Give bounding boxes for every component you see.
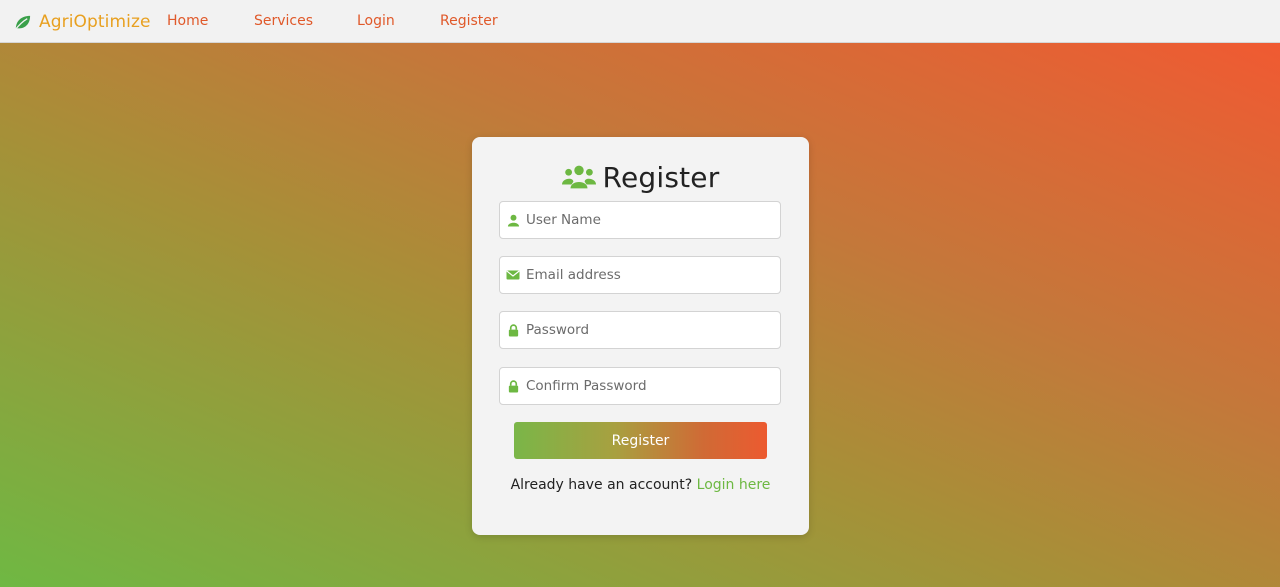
nav-link-home[interactable]: Home xyxy=(167,13,208,29)
email-input[interactable] xyxy=(526,260,766,290)
confirm-password-input[interactable] xyxy=(526,371,766,401)
login-prompt-line: Already have an account? Login here xyxy=(472,477,809,493)
register-card: Register User Name Email address Registe… xyxy=(472,137,809,535)
nav-link-register[interactable]: Register xyxy=(440,13,498,29)
login-here-link[interactable]: Login here xyxy=(697,477,771,493)
envelope-icon xyxy=(506,268,520,282)
register-button[interactable]: Register xyxy=(514,422,767,459)
email-field xyxy=(499,256,781,294)
users-icon xyxy=(561,165,596,189)
login-prompt-text: Already have an account? xyxy=(510,477,693,493)
navbar: AgriOptimize Home Services Login Registe… xyxy=(0,0,1280,43)
register-title: Register xyxy=(602,160,720,194)
nav-link-services[interactable]: Services xyxy=(254,13,313,29)
leaf-icon xyxy=(14,15,31,31)
brand-name: AgriOptimize xyxy=(39,12,151,32)
user-icon xyxy=(506,213,520,227)
lock-icon xyxy=(506,379,520,393)
username-input[interactable] xyxy=(526,205,766,235)
confirm-password-field xyxy=(499,367,781,405)
lock-icon xyxy=(506,323,520,337)
brand-link[interactable]: AgriOptimize xyxy=(13,11,151,33)
password-field xyxy=(499,311,781,349)
username-field xyxy=(499,201,781,239)
nav-link-login[interactable]: Login xyxy=(357,13,395,29)
register-heading: Register xyxy=(472,159,809,195)
password-input[interactable] xyxy=(526,315,766,345)
